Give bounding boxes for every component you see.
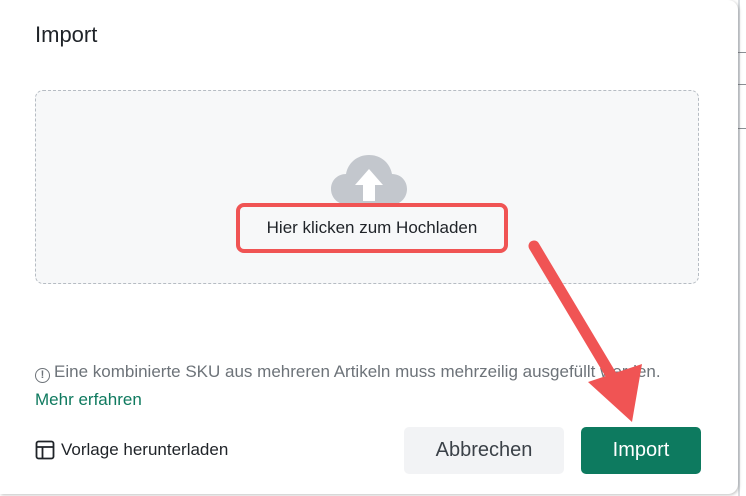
info-note: ! Eine kombinierte SKU aus mehreren Artik… — [35, 358, 695, 414]
background-edge — [738, 0, 740, 496]
dialog-title: Import — [35, 22, 98, 47]
download-template-link[interactable]: Vorlage herunterladen — [35, 437, 228, 463]
import-dialog: Import Hier klicken zum Hochladen ! Eine … — [0, 0, 738, 494]
download-template-label: Vorlage herunterladen — [61, 440, 229, 459]
import-button[interactable]: Import — [581, 427, 701, 474]
note-text: Eine kombinierte SKU aus mehreren Artike… — [54, 362, 661, 381]
background-divider — [738, 128, 746, 129]
background-divider — [738, 84, 746, 85]
background-divider — [738, 52, 746, 53]
cloud-upload-icon — [331, 155, 407, 205]
background-page — [738, 0, 746, 496]
learn-more-link[interactable]: Mehr erfahren — [35, 390, 142, 409]
info-icon: ! — [35, 368, 50, 383]
upload-dropzone[interactable]: Hier klicken zum Hochladen — [35, 90, 699, 284]
cancel-button[interactable]: Abbrechen — [404, 427, 564, 474]
upload-label[interactable]: Hier klicken zum Hochladen — [236, 203, 508, 253]
table-icon — [35, 440, 55, 460]
